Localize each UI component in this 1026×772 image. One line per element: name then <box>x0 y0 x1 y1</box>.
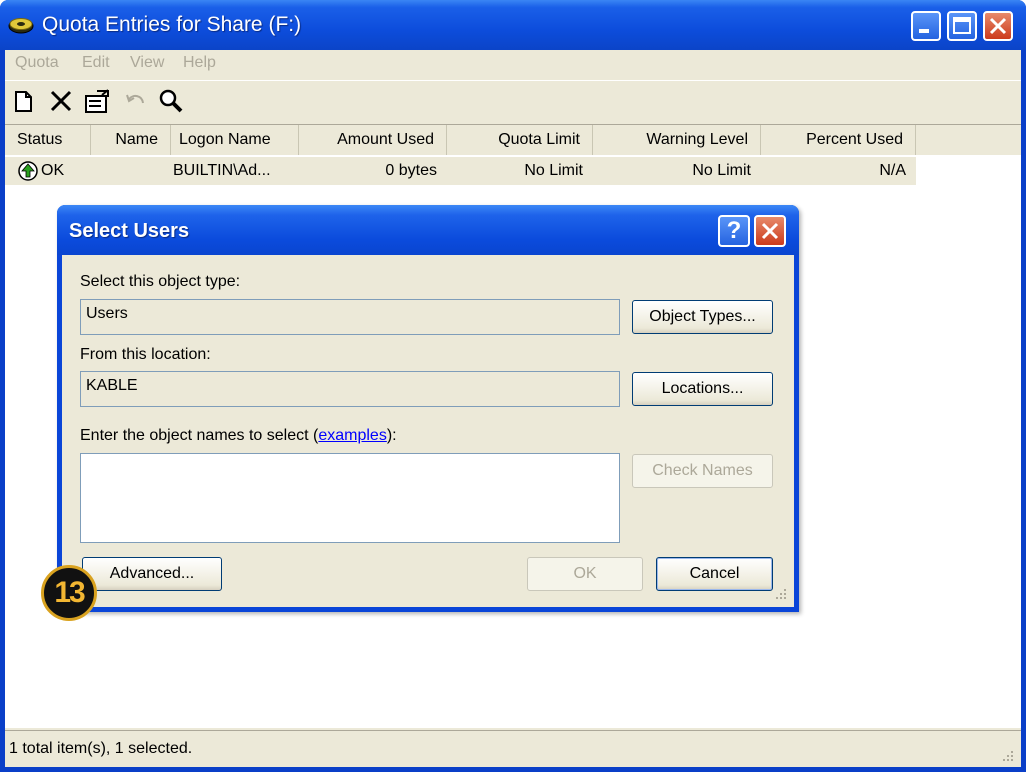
column-header-warning-level[interactable]: Warning Level <box>593 125 761 155</box>
status-ok-icon <box>18 161 38 181</box>
dialog-title: Select Users <box>69 220 190 242</box>
object-types-button[interactable]: Object Types... <box>632 300 773 334</box>
column-header-status[interactable]: Status <box>5 125 91 155</box>
properties-icon[interactable] <box>83 87 111 115</box>
dialog-resize-grip-icon[interactable] <box>774 587 788 601</box>
table-row[interactable]: OK BUILTIN\Ad... 0 bytes No Limit No Lim… <box>5 157 916 185</box>
column-header-percent-used[interactable]: Percent Used <box>761 125 916 155</box>
object-type-field: Users <box>80 299 620 335</box>
toolbar <box>5 80 1021 120</box>
dialog-close-button[interactable] <box>754 215 786 247</box>
find-icon[interactable] <box>157 87 185 115</box>
close-button[interactable] <box>983 11 1013 41</box>
column-header-filler <box>916 125 1021 155</box>
cancel-button[interactable]: Cancel <box>656 557 773 591</box>
cell-logon-name: BUILTIN\Ad... <box>173 162 271 179</box>
object-names-input[interactable] <box>80 453 620 543</box>
help-button[interactable]: ? <box>718 215 750 247</box>
minimize-icon <box>919 29 929 33</box>
check-names-button: Check Names <box>632 454 773 488</box>
cell-percent-used: N/A <box>879 162 906 179</box>
minimize-button[interactable] <box>911 11 941 41</box>
column-header-quota-limit[interactable]: Quota Limit <box>447 125 593 155</box>
window-title: Quota Entries for Share (F:) <box>42 13 302 36</box>
disk-quota-icon <box>8 18 34 34</box>
close-icon <box>989 17 1007 35</box>
object-names-label-suffix: ): <box>386 427 397 444</box>
object-names-label: Enter the object names to select (exampl… <box>80 427 397 445</box>
location-field: KABLE <box>80 371 620 407</box>
ok-button: OK <box>527 557 643 591</box>
column-header-logon-name[interactable]: Logon Name <box>171 125 299 155</box>
new-entry-icon[interactable] <box>9 87 37 115</box>
dialog-body: Select this object type: Users Object Ty… <box>62 255 794 607</box>
cell-status: OK <box>41 162 65 179</box>
cell-warning-level: No Limit <box>692 162 751 179</box>
advanced-button[interactable]: Advanced... <box>82 557 222 591</box>
object-type-label: Select this object type: <box>80 273 241 290</box>
undo-icon <box>126 94 144 104</box>
maximize-button[interactable] <box>947 11 977 41</box>
column-header-name[interactable]: Name <box>91 125 171 155</box>
dialog-titlebar[interactable]: Select Users ? <box>57 205 799 255</box>
maximize-icon <box>953 17 971 34</box>
examples-link[interactable]: examples <box>318 427 386 444</box>
menu-help[interactable]: Help <box>183 54 216 72</box>
status-text: 1 total item(s), 1 selected. <box>9 740 193 757</box>
status-bar: 1 total item(s), 1 selected. <box>5 730 1021 767</box>
help-icon: ? <box>726 217 742 244</box>
object-names-label-prefix: Enter the object names to select ( <box>80 427 319 444</box>
select-users-dialog: Select Users ? Select this object type: … <box>57 205 799 612</box>
menu-edit[interactable]: Edit <box>82 54 110 72</box>
resize-grip-icon[interactable] <box>1001 749 1015 763</box>
location-label: From this location: <box>80 346 211 363</box>
menu-quota[interactable]: Quota <box>15 54 59 72</box>
window-titlebar[interactable]: Quota Entries for Share (F:) <box>0 0 1026 50</box>
close-icon <box>761 222 779 240</box>
menu-view[interactable]: View <box>130 54 164 72</box>
cell-quota-limit: No Limit <box>524 162 583 179</box>
locations-button[interactable]: Locations... <box>632 372 773 406</box>
menu-bar: Quota Edit View Help <box>5 50 1021 78</box>
cell-amount-used: 0 bytes <box>385 162 437 179</box>
step-number-badge: 13 <box>41 565 97 621</box>
delete-icon[interactable] <box>47 87 75 115</box>
column-header-amount-used[interactable]: Amount Used <box>299 125 447 155</box>
